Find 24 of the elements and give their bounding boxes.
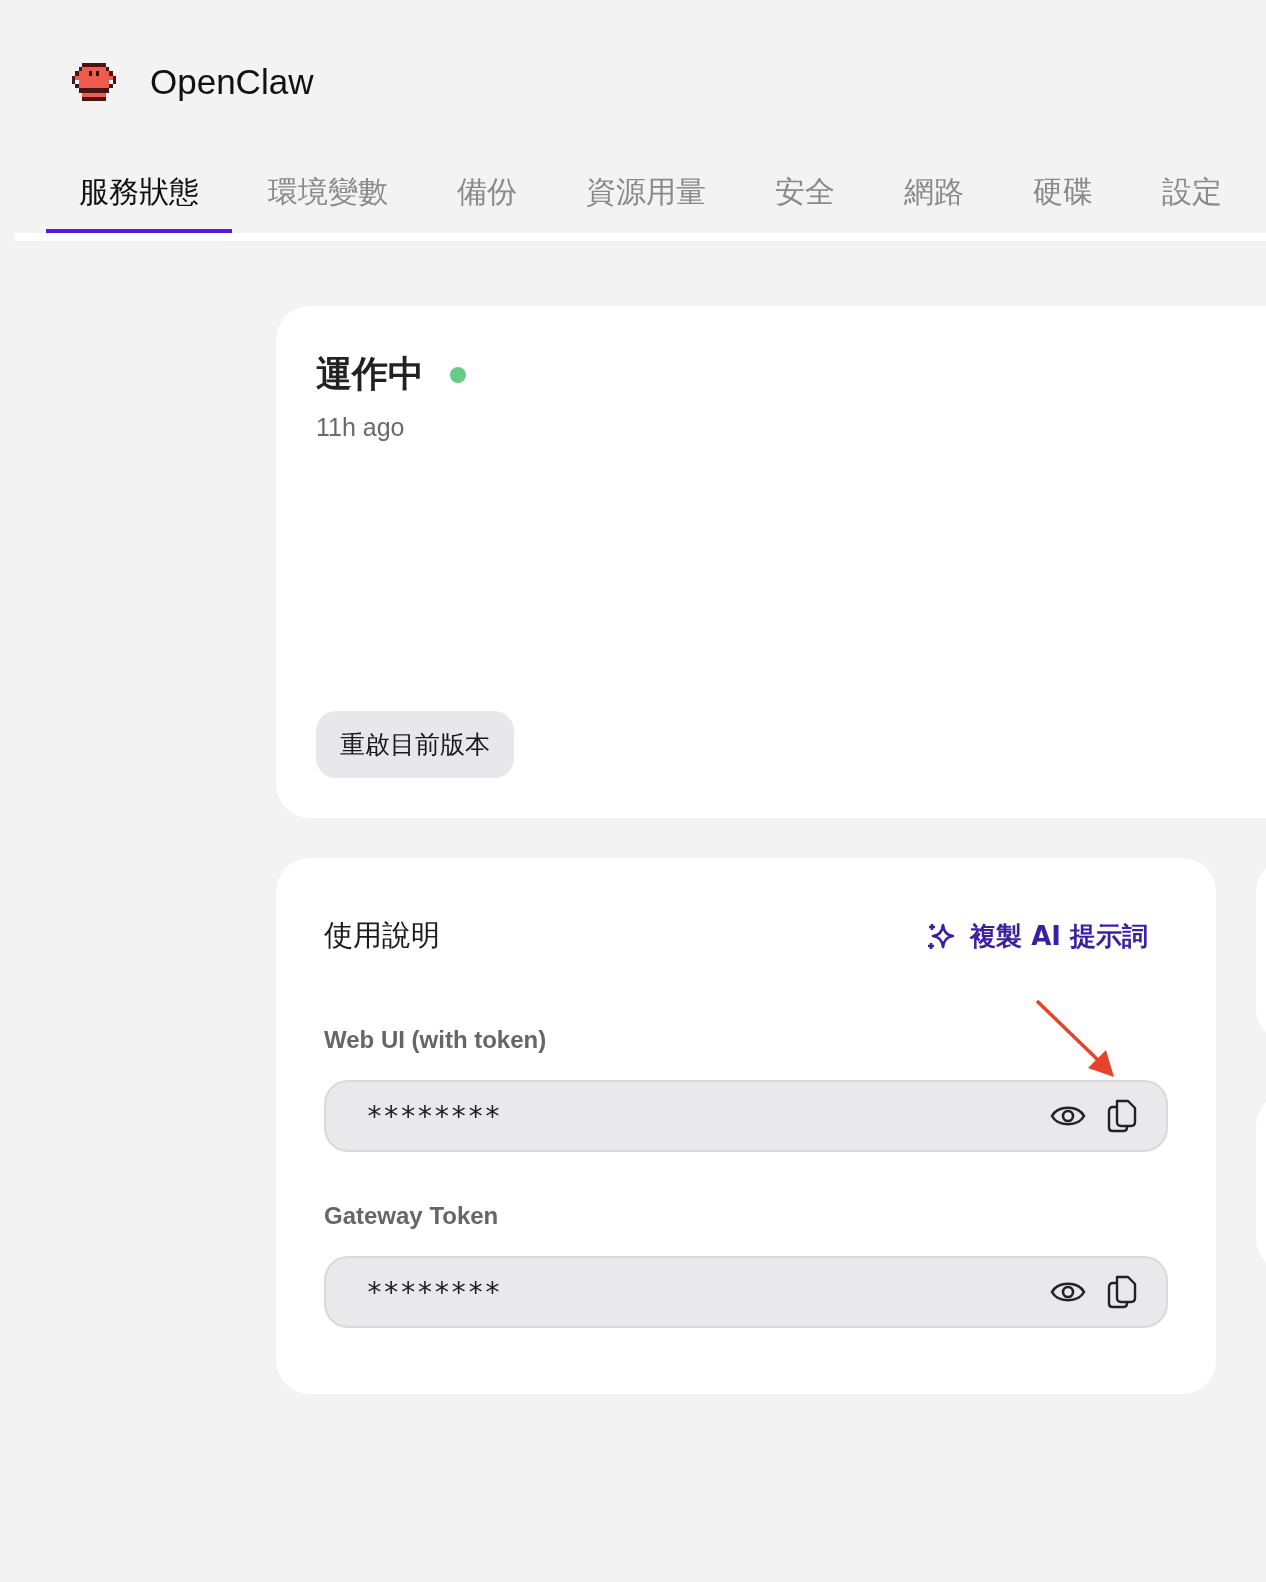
token-field[interactable]: ******** bbox=[324, 1256, 1168, 1328]
restart-button[interactable]: 重啟目前版本 bbox=[316, 711, 514, 778]
field-label: Gateway Token bbox=[324, 1202, 500, 1230]
field-label: Web UI (with token) bbox=[324, 1026, 548, 1054]
app-name: OpenClaw bbox=[150, 62, 314, 102]
tab[interactable]: 設定 bbox=[1129, 172, 1255, 233]
status-title: 運作中 bbox=[316, 352, 424, 396]
tab[interactable]: 服務狀態 bbox=[46, 172, 232, 233]
tab[interactable]: 網路 bbox=[871, 172, 997, 233]
tab[interactable]: 備份 bbox=[424, 172, 550, 233]
section-title: 使用說明 bbox=[324, 917, 440, 954]
status-time: 11h ago bbox=[316, 413, 406, 442]
copy-icon[interactable] bbox=[1106, 1098, 1138, 1134]
tab[interactable]: 硬碟 bbox=[1000, 172, 1126, 233]
copy-prompt-link[interactable]: 複製 AI 提示詞 bbox=[926, 918, 1148, 954]
logo-icon bbox=[72, 63, 116, 101]
tab[interactable]: 資源用量 bbox=[553, 172, 739, 233]
masked-value: ******** bbox=[366, 1099, 502, 1133]
token-field[interactable]: ******** bbox=[324, 1080, 1168, 1152]
tab[interactable]: 環境變數 bbox=[235, 172, 421, 233]
copy-icon[interactable] bbox=[1106, 1274, 1138, 1310]
tab[interactable]: 安全 bbox=[742, 172, 868, 233]
sparkle-icon bbox=[926, 921, 957, 951]
masked-value: ******** bbox=[366, 1275, 502, 1309]
